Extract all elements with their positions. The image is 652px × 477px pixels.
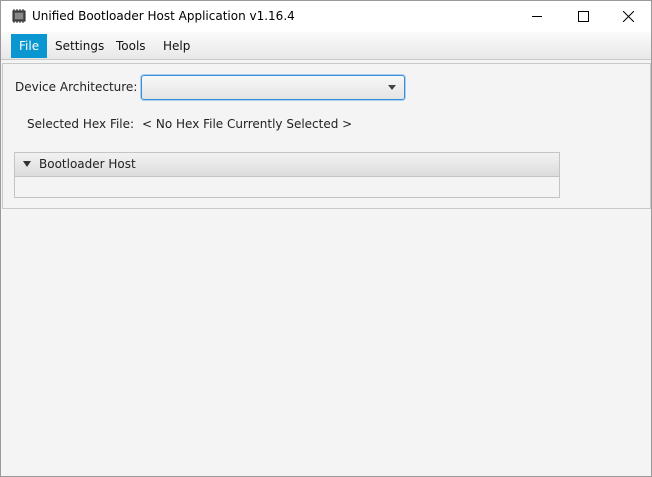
- window-title: Unified Bootloader Host Application v1.1…: [32, 9, 295, 23]
- close-button[interactable]: [605, 1, 651, 32]
- bootloader-host-title: Bootloader Host: [39, 157, 136, 171]
- chevron-down-icon: [388, 85, 396, 90]
- menu-file[interactable]: File: [11, 34, 48, 58]
- chip-icon: [11, 9, 27, 23]
- expand-arrow-icon: [23, 161, 31, 167]
- maximize-icon: [577, 11, 589, 22]
- menu-help[interactable]: Help: [155, 34, 198, 58]
- maximize-button[interactable]: [560, 1, 606, 32]
- device-architecture-dropdown[interactable]: [141, 75, 405, 100]
- minimize-button[interactable]: [514, 1, 560, 32]
- selected-hex-value: < No Hex File Currently Selected >: [142, 117, 353, 131]
- minimize-icon: [531, 11, 543, 22]
- selected-hex-label: Selected Hex File:: [27, 117, 135, 131]
- main-panel: Device Architecture: Selected Hex File: …: [2, 63, 651, 209]
- menu-bar: File Settings Tools Help: [1, 32, 651, 60]
- device-architecture-label: Device Architecture:: [15, 80, 138, 94]
- close-icon: [622, 11, 634, 22]
- menu-tools[interactable]: Tools: [108, 34, 154, 58]
- title-bar[interactable]: Unified Bootloader Host Application v1.1…: [1, 1, 651, 32]
- menu-settings[interactable]: Settings: [47, 34, 112, 58]
- app-window: Unified Bootloader Host Application v1.1…: [0, 0, 652, 477]
- bootloader-host-pane: Bootloader Host: [14, 152, 560, 198]
- bootloader-host-header[interactable]: Bootloader Host: [15, 153, 559, 177]
